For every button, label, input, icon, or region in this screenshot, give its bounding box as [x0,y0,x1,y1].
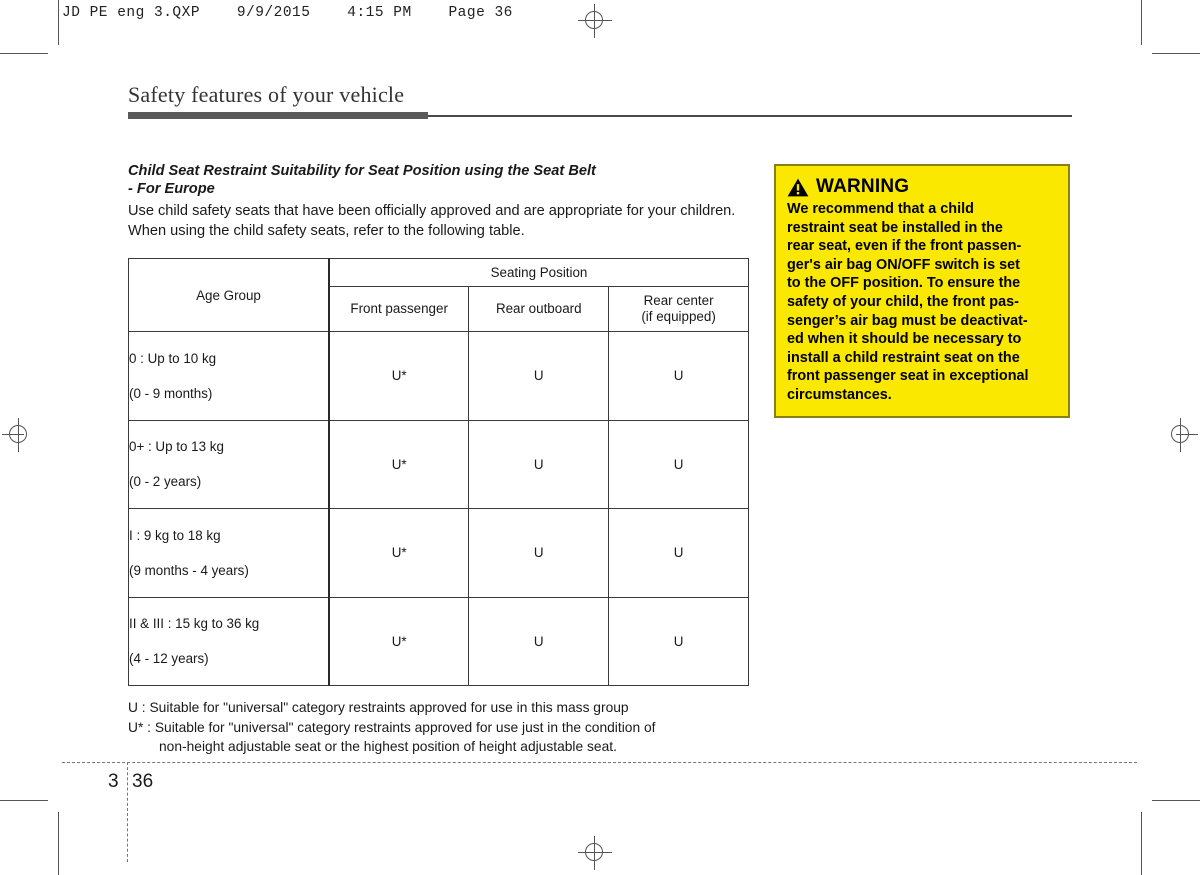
table-header-rear-outboard: Rear outboard [468,286,610,332]
crop-mark-top-left-horizontal [0,53,48,54]
section-intro-text: Use child safety seats that have been of… [128,203,736,239]
page-title: Safety features of your vehicle [128,82,405,107]
table-legend: U : Suitable for "universal" category re… [128,698,750,757]
footer-chapter-number: 3 [108,771,119,792]
table-cell-rear-center: U [608,419,749,509]
table-cell-rear-outboard: U [468,596,610,686]
title-rule-thin [428,115,1072,117]
legend-u-star: U* : Suitable for "universal" category r… [128,719,656,735]
legend-u-star-continued: non-height adjustable seat or the highes… [159,739,617,754]
table-row: 0+ : Up to 13 kg (0 - 2 years) U* U U [128,419,749,509]
crop-mark-bottom-right-vertical [1141,812,1142,875]
table-row: II & III : 15 kg to 36 kg (4 - 12 years)… [128,596,749,686]
table-cell-rear-center: U [608,596,749,686]
warning-label: WARNING [816,176,910,197]
warning-callout: WARNING We recommend that a child restra… [774,164,1070,418]
table-header-front-passenger: Front passenger [328,286,470,332]
age-group-line-1: 0 : Up to 10 kg [129,350,217,366]
warning-text-line-7: senger’s air bag must be deactivat- [787,312,1028,329]
age-group-line-2: (0 - 9 months) [129,385,213,401]
crop-mark-bottom-right-horizontal [1152,800,1200,801]
crop-mark-bottom-left-vertical [58,812,59,875]
table-header-rear-center-line-1: Rear center [643,293,714,308]
crop-mark-top-left-vertical [58,0,59,45]
table-header-rear-center-line-2: (if equipped) [641,309,716,324]
table-header-front-passenger-line-1: Front passenger [350,301,448,316]
section-heading-line-2: - For Europe [128,181,215,197]
warning-text-line-3: rear seat, even if the front passen- [787,238,1022,255]
trim-guide-bottom [62,762,1137,763]
table-row: I : 9 kg to 18 kg (9 months - 4 years) U… [128,508,749,598]
age-group-line-1: II & III : 15 kg to 36 kg [129,616,260,631]
main-content-column: Child Seat Restraint Suitability for Sea… [128,162,750,757]
table-header-age-group: Age Group [128,258,330,332]
age-group-line-2: (9 months - 4 years) [129,562,249,578]
table-cell-front-passenger: U* [328,419,470,509]
child-seat-suitability-table: Age Group Seating Position Front passeng… [128,258,749,686]
registration-mark-left [2,418,36,452]
table-cell-rear-outboard: U [468,419,610,509]
warning-header: WARNING [787,176,1057,198]
table-cell-age-group: 0+ : Up to 13 kg (0 - 2 years) [128,419,330,509]
section-heading-line-1: Child Seat Restraint Suitability for Sea… [128,163,596,179]
legend-u: U : Suitable for "universal" category re… [128,700,629,715]
warning-text-line-1: We recommend that a child [787,201,974,217]
table-row: 0 : Up to 10 kg (0 - 9 months) U* U U [128,331,749,421]
registration-mark-top [578,4,612,38]
table-cell-rear-outboard: U [468,331,610,421]
footer-page-number: 36 [132,771,154,792]
table-cell-age-group: I : 9 kg to 18 kg (9 months - 4 years) [128,508,330,598]
table-cell-age-group: 0 : Up to 10 kg (0 - 9 months) [128,331,330,421]
trim-guide-bottom-vertical [127,762,128,862]
warning-triangle-icon [787,178,809,196]
section-heading: Child Seat Restraint Suitability for Sea… [128,162,750,198]
table-header-rear-center: Rear center (if equipped) [608,286,749,332]
warning-text: We recommend that a child restraint seat… [787,200,1057,405]
age-group-line-2: (4 - 12 years) [129,651,209,666]
age-group-line-1: I : 9 kg to 18 kg [129,527,221,543]
title-rule-thick [128,112,428,119]
warning-text-line-4: ger's air bag ON/OFF switch is set [787,256,1020,273]
table-cell-rear-center: U [608,508,749,598]
table-cell-front-passenger: U* [328,596,470,686]
table-cell-rear-outboard: U [468,508,610,598]
crop-mark-bottom-left-horizontal [0,800,48,801]
warning-text-line-6: safety of your child, the front pas- [787,293,1019,310]
warning-text-line-10: front passenger seat in exceptional [787,368,1029,385]
warning-text-line-2: restraint seat be installed in the [787,219,1003,236]
table-header-rear-outboard-line-1: Rear outboard [495,301,582,316]
registration-mark-right [1164,418,1198,452]
warning-text-line-11: circumstances. [787,386,892,403]
age-group-line-2: (0 - 2 years) [129,474,202,489]
crop-mark-top-right-horizontal [1152,53,1200,54]
warning-text-line-5: to the OFF position. To ensure the [787,275,1021,292]
warning-text-line-8: ed when it should be necessary to [787,331,1022,348]
table-header-seating-position: Seating Position [328,258,749,287]
age-group-line-1: 0+ : Up to 13 kg [129,439,224,454]
table-header-row-1: Age Group Seating Position [128,258,749,332]
table-cell-age-group: II & III : 15 kg to 36 kg (4 - 12 years) [128,596,330,686]
table-cell-front-passenger: U* [328,331,470,421]
table-cell-front-passenger: U* [328,508,470,598]
registration-mark-bottom [578,836,612,870]
warning-text-line-9: install a child restraint seat on the [787,349,1020,366]
table-cell-rear-center: U [608,331,749,421]
crop-mark-top-right-vertical [1141,0,1142,45]
print-file-header: JD PE eng 3.QXP 9/9/2015 4:15 PM Page 36 [62,5,513,21]
